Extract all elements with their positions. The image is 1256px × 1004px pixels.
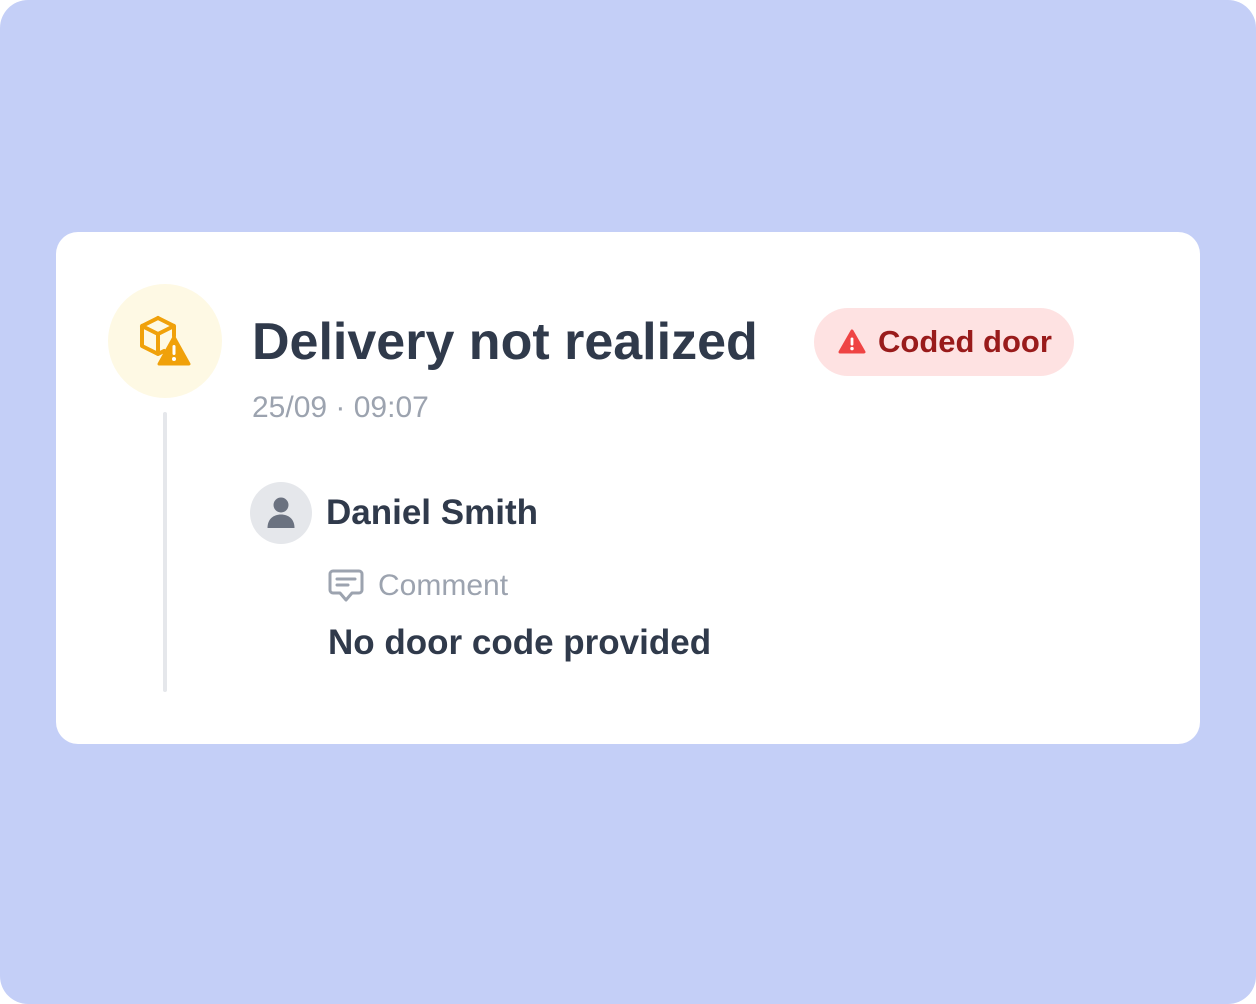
page-background: Delivery not realized Coded door 25/09 ·…	[0, 0, 1256, 1004]
comment-text: No door code provided	[328, 623, 712, 662]
status-badge-label: Coded door	[878, 324, 1052, 359]
package-warning-icon	[140, 316, 191, 366]
comment-icon	[328, 569, 364, 603]
avatar	[250, 482, 312, 544]
timeline-connector	[163, 412, 167, 692]
status-badge: Coded door	[814, 308, 1074, 376]
event-title: Delivery not realized	[252, 313, 758, 371]
user-icon	[267, 497, 295, 528]
author-name: Daniel Smith	[326, 493, 538, 532]
comment-header: Comment	[328, 566, 508, 606]
timeline-event-card: Delivery not realized Coded door 25/09 ·…	[56, 232, 1200, 744]
comment-label: Comment	[378, 569, 509, 602]
event-timestamp: 25/09 · 09:07	[252, 391, 429, 424]
warning-triangle-icon	[838, 329, 866, 355]
event-icon-container	[108, 284, 222, 398]
